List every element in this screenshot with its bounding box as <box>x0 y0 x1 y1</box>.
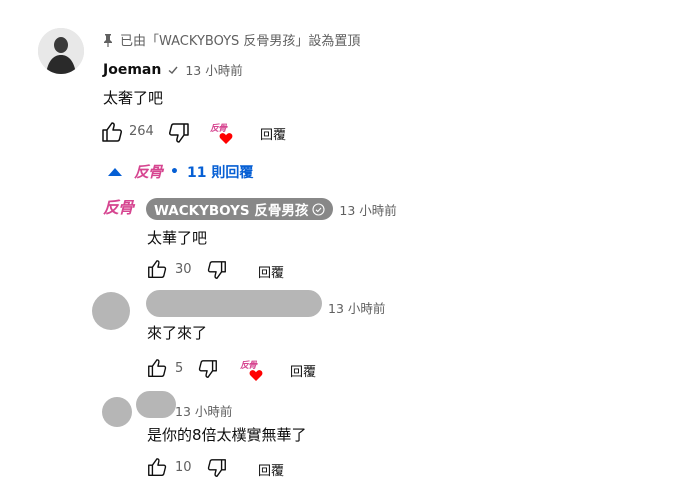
dislike-button[interactable] <box>197 358 219 380</box>
creator-avatar-small: 反骨 <box>134 162 163 181</box>
replies-toggle-button[interactable]: 反骨 • 11 則回覆 <box>108 162 253 182</box>
owner-author-name: WACKYBOYS 反骨男孩 <box>154 203 309 219</box>
thumbs-up-icon <box>102 122 123 142</box>
comment-author[interactable]: Joeman <box>103 62 161 78</box>
author-name-redacted[interactable] <box>146 290 322 317</box>
replies-dot: • <box>170 164 179 180</box>
reply-button[interactable]: 回覆 <box>290 361 316 380</box>
dislike-button[interactable] <box>206 259 228 281</box>
like-count: 5 <box>175 361 184 376</box>
thumbs-down-icon <box>207 459 226 477</box>
like-button[interactable] <box>146 258 168 280</box>
dislike-button[interactable] <box>167 121 191 145</box>
comment-time[interactable]: 13 小時前 <box>185 60 242 79</box>
reply-text: 來了來了 <box>147 324 208 342</box>
like-count: 30 <box>175 262 192 277</box>
reply-time[interactable]: 13 小時前 <box>175 401 232 420</box>
reply-text: 太華了吧 <box>147 229 208 247</box>
owner-avatar[interactable]: 反骨 <box>103 200 134 216</box>
pinned-label: 已由「WACKYBOYS 反骨男孩」設為置頂 <box>103 30 360 49</box>
like-count: 10 <box>175 460 192 475</box>
thumbs-down-icon <box>168 123 189 143</box>
owner-author-chip[interactable]: WACKYBOYS 反骨男孩 <box>146 198 334 220</box>
pinned-text: 已由「WACKYBOYS 反骨男孩」設為置頂 <box>120 34 361 49</box>
reply-button[interactable]: 回覆 <box>260 124 286 143</box>
reply-button[interactable]: 回覆 <box>258 460 284 479</box>
reply-time[interactable]: 13 小時前 <box>339 200 396 219</box>
thumbs-up-icon <box>148 260 167 278</box>
like-button[interactable] <box>146 456 168 478</box>
thumbs-up-icon <box>148 359 167 377</box>
like-button[interactable] <box>100 120 124 144</box>
thumbs-down-icon <box>198 360 217 378</box>
like-button[interactable] <box>146 357 168 379</box>
comment-text: 太奢了吧 <box>103 89 164 107</box>
thumbs-up-icon <box>148 458 167 476</box>
thumbs-down-icon <box>207 261 226 279</box>
replies-count-label: 11 則回覆 <box>186 165 254 181</box>
pin-icon <box>103 33 113 47</box>
joeman-avatar[interactable] <box>38 28 84 74</box>
reply-text: 是你的8倍太樸實無華了 <box>147 426 307 444</box>
creator-heart-icon: 反骨 <box>210 125 234 147</box>
reply-button[interactable]: 回覆 <box>258 262 284 281</box>
reply-time[interactable]: 13 小時前 <box>328 298 385 317</box>
caret-up-icon <box>108 168 122 176</box>
verified-badge-icon <box>312 202 325 216</box>
verified-check-icon <box>167 64 179 76</box>
like-count: 264 <box>129 124 154 139</box>
creator-heart-icon: 反骨 <box>240 362 264 384</box>
author-name-redacted[interactable] <box>136 391 176 418</box>
user-avatar-redacted[interactable] <box>92 292 130 330</box>
dislike-button[interactable] <box>206 457 228 479</box>
user-avatar-redacted[interactable] <box>102 397 132 427</box>
